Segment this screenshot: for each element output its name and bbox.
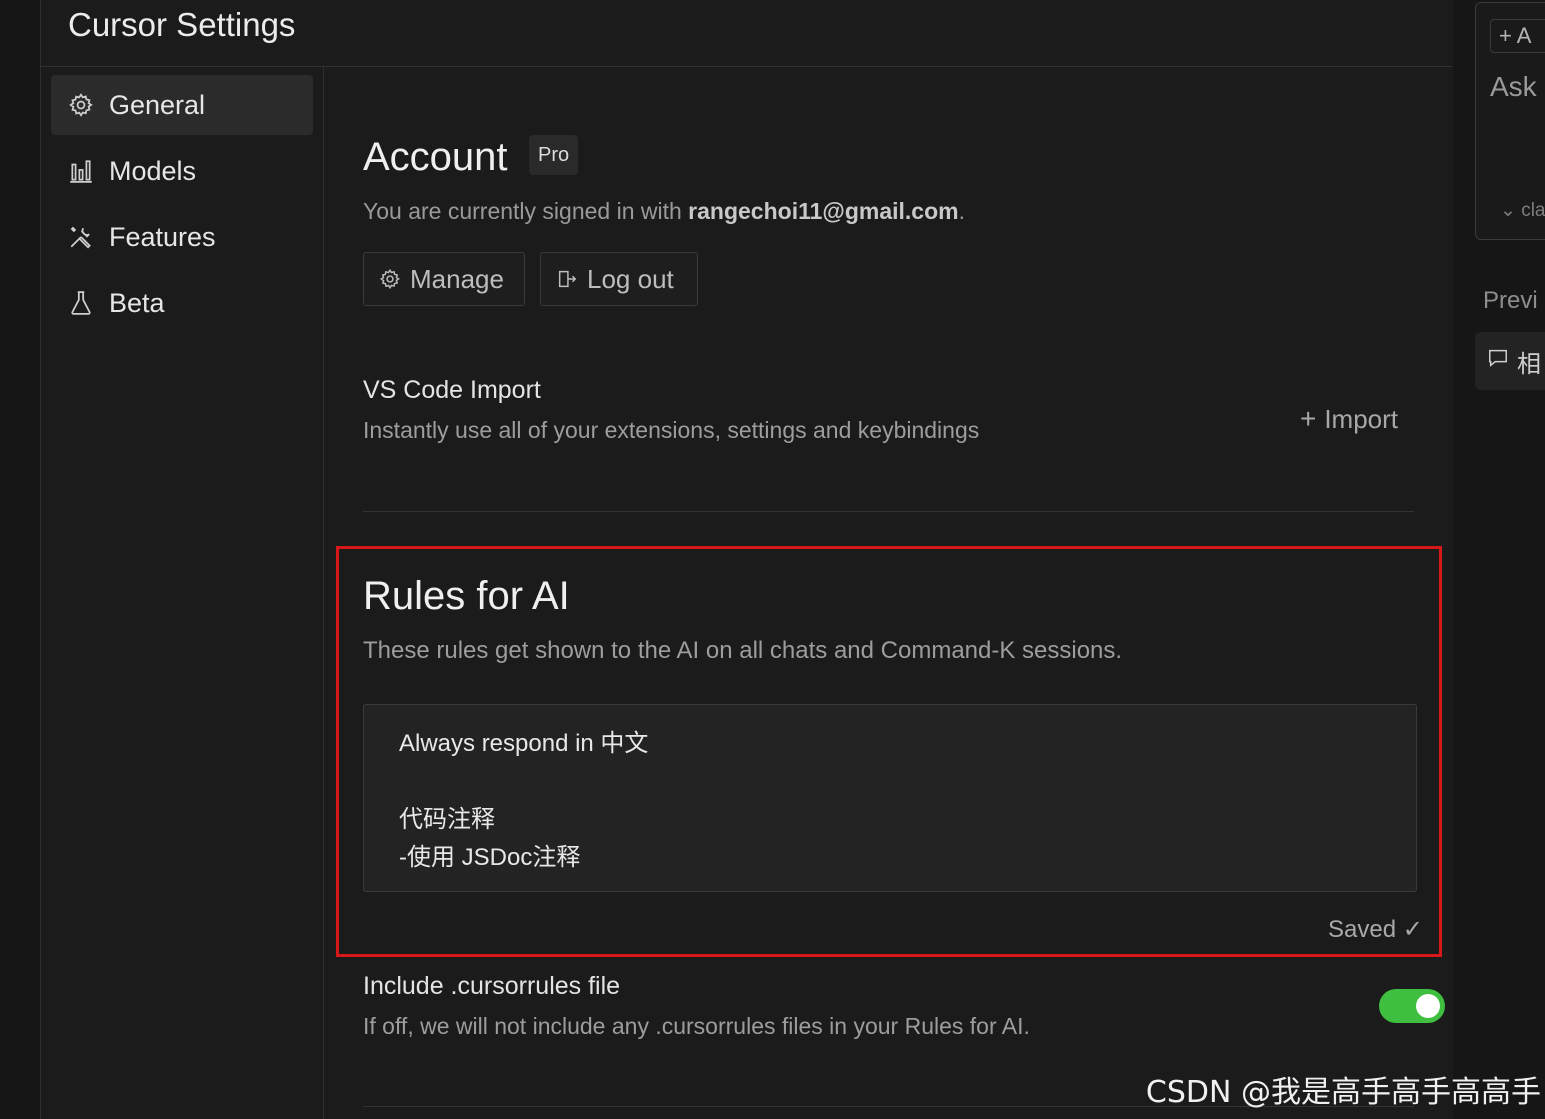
ask-placeholder: Ask <box>1490 71 1537 102</box>
plus-icon: + <box>1299 403 1317 434</box>
plan-badge: Pro <box>529 135 579 175</box>
signed-in-suffix: . <box>958 198 965 224</box>
rules-for-ai-title: Rules for AI <box>363 574 570 618</box>
log-out-button-label: Log out <box>587 263 674 294</box>
gear-icon <box>378 267 402 291</box>
account-email: rangechoi11@gmail.com <box>688 198 959 224</box>
account-title: Account <box>363 135 508 179</box>
chevron-down-icon: ⌄ <box>1500 200 1522 221</box>
manage-button-label: Manage <box>410 263 504 294</box>
watermark: CSDN @我是高手高手高高手 <box>1145 1075 1541 1110</box>
chat-title: 相 <box>1517 350 1541 378</box>
cursorrules-title: Include .cursorrules file <box>363 972 621 1000</box>
settings-panel: Cursor Settings General Models Features … <box>40 0 1454 1119</box>
app-window: Cursor Settings General Models Features … <box>0 0 1545 1119</box>
import-button-label: Import <box>1324 403 1398 434</box>
sidebar-item-label: Features <box>109 221 216 252</box>
manage-button[interactable]: Manage <box>363 252 525 306</box>
log-out-icon <box>555 267 579 291</box>
section-divider <box>363 511 1414 512</box>
sidebar-item-label: Models <box>109 155 197 186</box>
add-context-button[interactable]: + A <box>1490 19 1545 53</box>
sidebar-item-models[interactable]: Models <box>51 141 313 201</box>
toggle-knob <box>1416 994 1440 1018</box>
log-out-button[interactable]: Log out <box>540 252 698 306</box>
signed-in-text: You are currently signed in with rangech… <box>363 198 965 225</box>
cursorrules-toggle[interactable] <box>1379 989 1445 1023</box>
vscode-import-title: VS Code Import <box>363 376 541 404</box>
save-status: Saved ✓ <box>1328 916 1423 943</box>
page-title: Cursor Settings <box>68 6 296 43</box>
gear-icon <box>67 91 95 119</box>
settings-header: Cursor Settings <box>41 0 1453 67</box>
tools-icon <box>67 223 95 251</box>
rules-for-ai-textarea[interactable]: Always respond in 中文 代码注释 -使用 JSDoc注释 <box>363 704 1417 892</box>
model-selector[interactable]: ⌄ cla <box>1500 199 1545 222</box>
rules-for-ai-description: These rules get shown to the AI on all c… <box>363 637 1123 664</box>
sidebar-item-label: General <box>109 89 206 120</box>
vscode-import-description: Instantly use all of your extensions, se… <box>363 417 980 443</box>
sidebar-item-general[interactable]: General <box>51 75 313 135</box>
chart-bars-icon <box>67 157 95 185</box>
flask-icon <box>67 289 95 317</box>
settings-sidebar: General Models Features Beta <box>41 67 324 1119</box>
chat-input-box[interactable]: + A Ask ⌄ cla <box>1475 2 1545 240</box>
import-button[interactable]: + Import <box>1300 403 1398 435</box>
model-label: cla <box>1521 200 1545 221</box>
chat-bubble-icon <box>1487 347 1509 376</box>
previous-chat-item[interactable]: 相 <box>1475 332 1545 390</box>
sidebar-item-beta[interactable]: Beta <box>51 273 313 333</box>
signed-in-prefix: You are currently signed in with <box>363 198 689 224</box>
previous-chats-label: Previ <box>1483 287 1538 314</box>
chat-side-panel: + A Ask ⌄ cla Previ 相 <box>1453 0 1545 1119</box>
sidebar-item-features[interactable]: Features <box>51 207 313 267</box>
cursorrules-description: If off, we will not include any .cursorr… <box>363 1013 1030 1039</box>
settings-content: Account Pro You are currently signed in … <box>336 67 1453 1119</box>
sidebar-item-label: Beta <box>109 287 165 318</box>
